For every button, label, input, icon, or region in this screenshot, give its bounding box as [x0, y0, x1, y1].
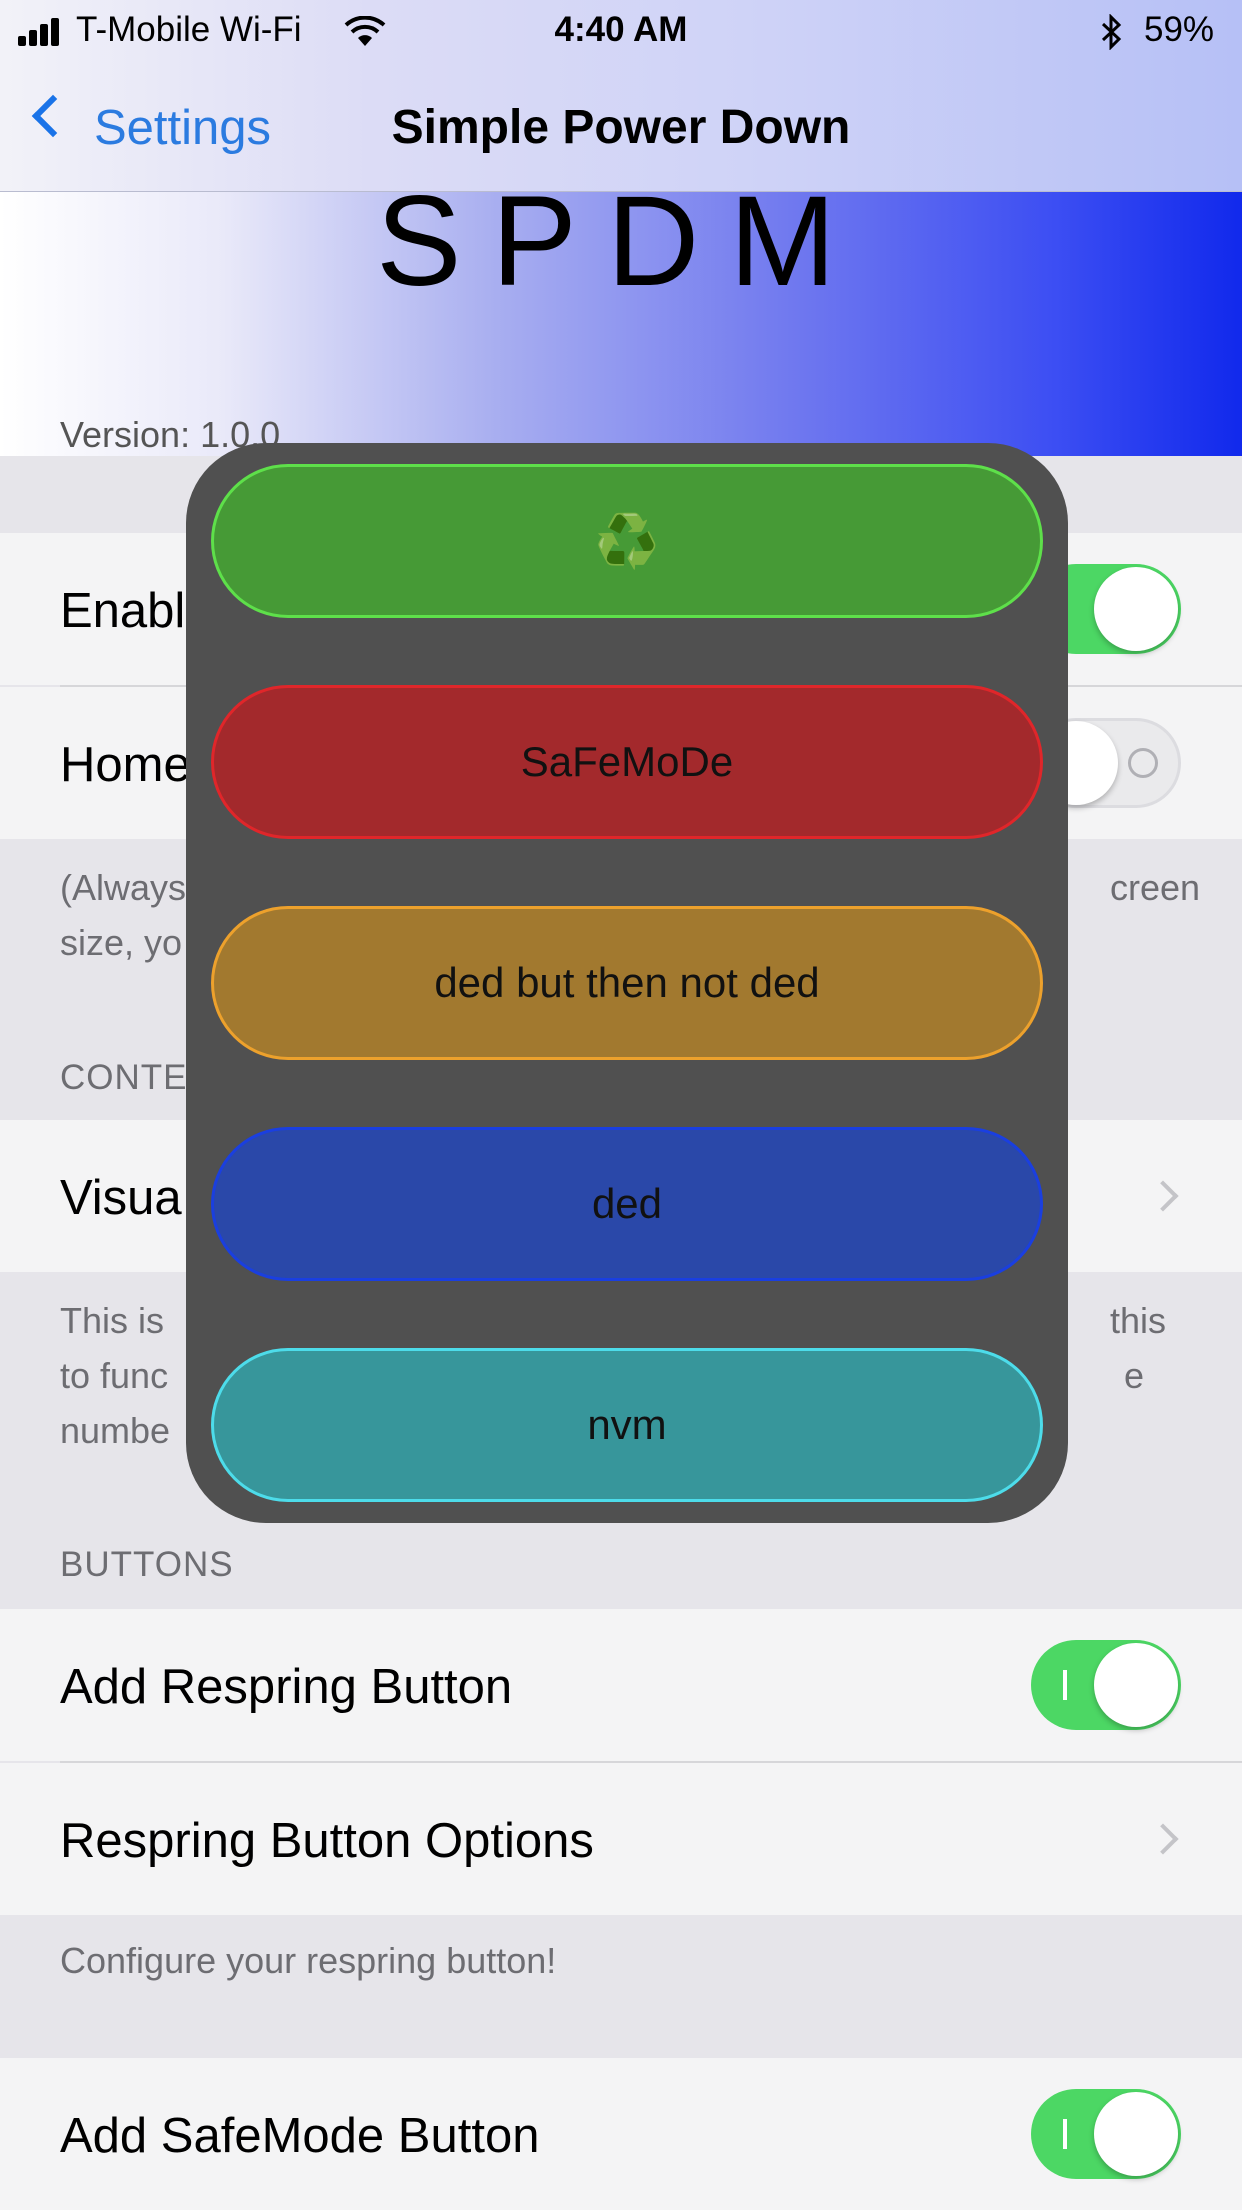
- section-header-content: CONTE: [60, 1058, 188, 1097]
- battery-label: 59%: [1144, 10, 1215, 49]
- chevron-right-icon: [1147, 1823, 1179, 1855]
- add-safemode-row[interactable]: Add SafeMode Button: [0, 2058, 1242, 2210]
- cancel-button[interactable]: nvm: [211, 1348, 1043, 1502]
- safemode-button[interactable]: SaFeMoDe: [211, 685, 1043, 839]
- respring-footer-text: Configure your respring button!: [60, 1940, 557, 1981]
- page-title: Simple Power Down: [391, 101, 851, 154]
- home-footer-text-right: creen: [1110, 867, 1201, 908]
- visual-footer-text-2-right: e: [1124, 1355, 1145, 1396]
- recycle-icon: ♻️: [594, 512, 660, 571]
- visual-footer-text-3: numbe: [60, 1410, 171, 1451]
- visual-footer-text-2: to func: [60, 1355, 169, 1396]
- section-header-buttons: BUTTONS: [60, 1545, 234, 1584]
- add-safemode-label: Add SafeMode Button: [60, 2109, 540, 2163]
- bluetooth-icon: [1101, 14, 1122, 50]
- home-label: Home: [60, 738, 191, 792]
- add-safemode-toggle[interactable]: [1031, 2089, 1181, 2179]
- add-respring-toggle[interactable]: [1031, 1640, 1181, 1730]
- respring-options-label: Respring Button Options: [60, 1814, 594, 1868]
- enable-label: Enabl: [60, 584, 186, 638]
- home-footer-text: (Always: [60, 867, 187, 908]
- respring-options-row[interactable]: Respring Button Options: [0, 1763, 1242, 1915]
- power-off-button[interactable]: ded: [211, 1127, 1043, 1281]
- add-respring-label: Add Respring Button: [60, 1660, 513, 1714]
- reboot-button[interactable]: ded but then not ded: [211, 906, 1043, 1060]
- visual-footer-text: This is: [60, 1300, 165, 1341]
- respring-button[interactable]: ♻️: [211, 464, 1043, 618]
- visual-footer-text-right: this: [1110, 1300, 1167, 1341]
- home-footer-text-2: size, yo: [60, 922, 183, 963]
- chevron-right-icon: [1147, 1180, 1179, 1212]
- visual-label: Visua: [60, 1171, 182, 1225]
- add-respring-row[interactable]: Add Respring Button: [0, 1609, 1242, 1761]
- clock: 4:40 AM: [554, 10, 688, 49]
